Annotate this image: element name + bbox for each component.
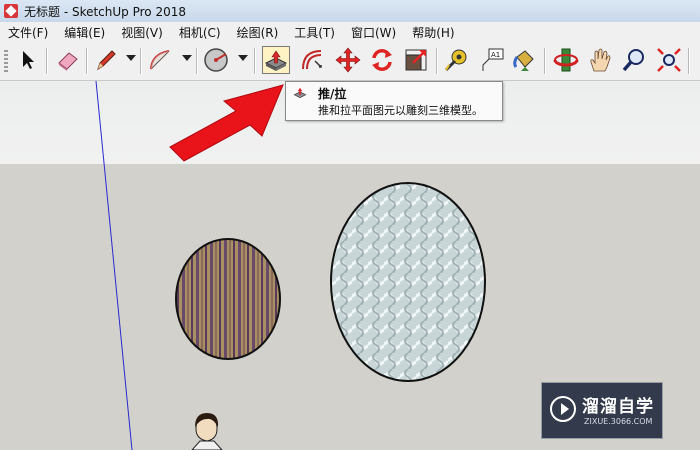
toolbar-separator bbox=[436, 48, 438, 74]
push-pull-tool-button[interactable] bbox=[262, 46, 290, 74]
orbit-tool-button[interactable] bbox=[552, 46, 580, 74]
arc-tool-button[interactable] bbox=[146, 46, 174, 74]
menu-view[interactable]: 视图(V) bbox=[113, 24, 171, 41]
tooltip-description: 推和拉平面图元以雕刻三维模型。 bbox=[318, 104, 483, 117]
toolbar-separator bbox=[688, 48, 690, 74]
line-tool-dropdown-chevron-icon[interactable] bbox=[126, 55, 136, 61]
offset-icon bbox=[302, 50, 322, 70]
menu-bar: 文件(F) 编辑(E) 视图(V) 相机(C) 绘图(R) 工具(T) 窗口(W… bbox=[0, 22, 700, 43]
line-tool-button[interactable] bbox=[92, 46, 120, 74]
toolbar-separator bbox=[86, 48, 88, 74]
zoom-extents-icon bbox=[657, 48, 681, 72]
eraser-tool-button[interactable] bbox=[54, 46, 82, 74]
menu-help[interactable]: 帮助(H) bbox=[404, 24, 462, 41]
orbit-icon bbox=[553, 48, 579, 72]
menu-edit[interactable]: 编辑(E) bbox=[56, 24, 113, 41]
menu-tools[interactable]: 工具(T) bbox=[286, 24, 343, 41]
menu-window[interactable]: 窗口(W) bbox=[343, 24, 404, 41]
title-bar: 无标题 - SketchUp Pro 2018 bbox=[0, 0, 700, 23]
move-tool-button[interactable] bbox=[334, 46, 362, 74]
text-label-icon: A1 bbox=[482, 48, 504, 71]
eraser-icon bbox=[58, 52, 78, 71]
paint-bucket-tool-button[interactable] bbox=[510, 46, 538, 74]
drawing-canvas[interactable]: 推/拉 推和拉平面图元以雕刻三维模型。 溜溜自学 ZIXUE.3066.COM bbox=[0, 81, 700, 450]
main-toolbar: A1 bbox=[0, 42, 700, 81]
arc-icon bbox=[150, 50, 170, 70]
push-pull-tooltip: 推/拉 推和拉平面图元以雕刻三维模型。 bbox=[285, 81, 503, 121]
watermark-badge: 溜溜自学 ZIXUE.3066.COM bbox=[541, 382, 663, 439]
scale-icon bbox=[405, 49, 427, 71]
push-pull-icon bbox=[293, 87, 307, 98]
magnifier-zoom-icon bbox=[622, 49, 644, 72]
move-arrows-icon bbox=[335, 47, 361, 73]
pan-tool-button[interactable] bbox=[586, 46, 614, 74]
tape-measure-tool-button[interactable] bbox=[442, 46, 470, 74]
text-tool-button[interactable]: A1 bbox=[478, 46, 506, 74]
play-logo-icon bbox=[550, 396, 576, 422]
push-pull-icon bbox=[264, 50, 288, 71]
toolbar-separator bbox=[196, 48, 198, 74]
menu-file[interactable]: 文件(F) bbox=[0, 24, 56, 41]
toolbar-grip[interactable] bbox=[4, 50, 8, 72]
rotate-tool-button[interactable] bbox=[368, 46, 396, 74]
rotate-icon bbox=[372, 49, 392, 71]
watermark-url: ZIXUE.3066.COM bbox=[584, 417, 653, 426]
tooltip-title: 推/拉 bbox=[318, 87, 347, 101]
circle-icon bbox=[204, 48, 228, 72]
menu-draw[interactable]: 绘图(R) bbox=[229, 24, 287, 41]
select-tool-button[interactable] bbox=[14, 46, 42, 74]
zoom-extents-tool-button[interactable] bbox=[655, 46, 683, 74]
shape-tool-dropdown-chevron-icon[interactable] bbox=[238, 55, 248, 61]
hand-pan-icon bbox=[590, 48, 611, 72]
zoom-tool-button[interactable] bbox=[620, 46, 648, 74]
circle-tool-button[interactable] bbox=[202, 46, 230, 74]
svg-text:A1: A1 bbox=[491, 51, 500, 59]
sketchup-logo-icon bbox=[4, 4, 18, 18]
menu-camera[interactable]: 相机(C) bbox=[171, 24, 229, 41]
scale-tool-button[interactable] bbox=[402, 46, 430, 74]
woven-pattern-circle[interactable] bbox=[330, 182, 486, 382]
toolbar-separator bbox=[46, 48, 48, 74]
pencil-icon bbox=[97, 50, 116, 71]
green-blue-axis-line bbox=[95, 81, 133, 450]
paint-bucket-icon bbox=[513, 50, 534, 71]
red-pointer-arrow bbox=[169, 84, 284, 162]
watermark-name: 溜溜自学 bbox=[582, 397, 654, 417]
toolbar-separator bbox=[140, 48, 142, 74]
offset-tool-button[interactable] bbox=[298, 46, 326, 74]
toolbar-separator bbox=[254, 48, 256, 74]
window-title: 无标题 - SketchUp Pro 2018 bbox=[24, 4, 186, 19]
toolbar-separator bbox=[544, 48, 546, 74]
scale-figure-person[interactable] bbox=[191, 413, 223, 450]
select-arrow-icon bbox=[23, 51, 34, 69]
tape-measure-icon bbox=[444, 49, 467, 72]
arc-tool-dropdown-chevron-icon[interactable] bbox=[182, 55, 192, 61]
striped-fabric-circle[interactable] bbox=[175, 238, 281, 360]
